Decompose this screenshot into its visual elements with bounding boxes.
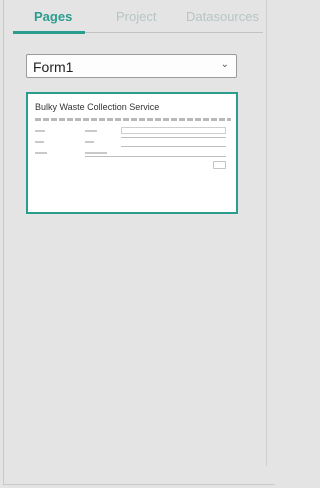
- tab-project[interactable]: Project: [116, 9, 156, 24]
- thumbnail-underline: [85, 156, 226, 157]
- pages-panel: Pages Project Datasources Form1 ⌄ Bulky …: [0, 0, 275, 488]
- chevron-down-icon[interactable]: ⌄: [221, 59, 229, 70]
- page-select[interactable]: Form1 ⌄: [26, 54, 237, 78]
- thumbnail-field-label: [85, 130, 97, 132]
- tab-datasources[interactable]: Datasources: [186, 9, 259, 24]
- panel-border-bottom: [3, 484, 275, 485]
- thumbnail-title: Bulky Waste Collection Service: [35, 102, 160, 112]
- thumbnail-button: [213, 161, 226, 169]
- thumbnail-field-label: [85, 141, 94, 143]
- tab-pages[interactable]: Pages: [34, 9, 72, 24]
- panel-border-left: [3, 0, 4, 484]
- thumbnail-description: [35, 118, 231, 121]
- thumbnail-field-label: [85, 152, 107, 154]
- page-select-value: Form1: [33, 59, 74, 75]
- thumbnail-field-label: [35, 152, 47, 154]
- thumbnail-input: [121, 127, 226, 134]
- thumbnail-field-label: [35, 141, 44, 143]
- thumbnail-field-label: [35, 130, 45, 132]
- panel-tabs: Pages Project Datasources: [4, 0, 266, 34]
- thumbnail-underline: [121, 137, 226, 138]
- page-thumbnail-form1[interactable]: Bulky Waste Collection Service: [26, 92, 238, 214]
- active-tab-indicator: [13, 31, 85, 34]
- thumbnail-underline: [121, 146, 226, 147]
- panel-border-right: [266, 0, 267, 466]
